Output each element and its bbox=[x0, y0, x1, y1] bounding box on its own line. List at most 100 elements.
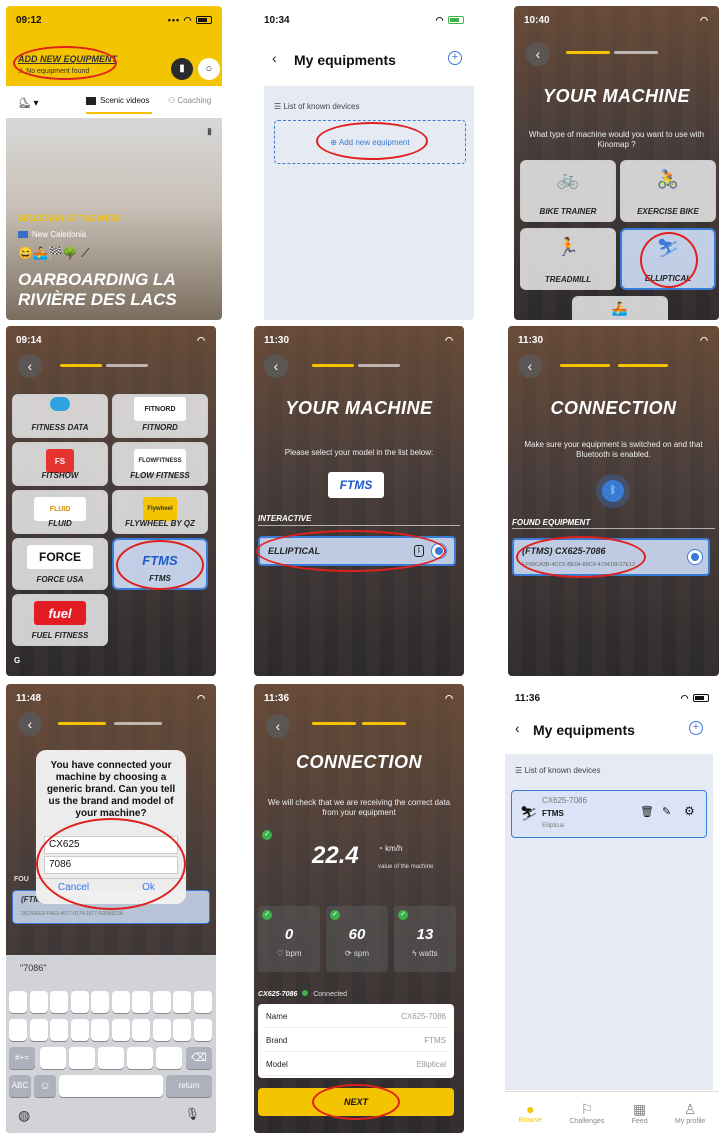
tile-exercise-bike[interactable]: 🚴 EXERCISE BIKE bbox=[620, 160, 716, 222]
brand-flywheel[interactable]: Flywheel FLYWHEEL BY QZ bbox=[112, 490, 208, 534]
keyboard-key[interactable]: 7 bbox=[132, 991, 150, 1013]
edit-icon[interactable]: ✎ bbox=[662, 805, 671, 818]
search-icon[interactable]: ○ bbox=[198, 58, 220, 80]
globe-icon[interactable]: ◍ bbox=[18, 1107, 30, 1124]
keyboard-key[interactable]: $ bbox=[132, 1019, 150, 1041]
bluetooth-icon: ᛒ bbox=[414, 545, 424, 557]
nav-label: Challenges bbox=[569, 1117, 605, 1125]
keyboard-key[interactable]: 3 bbox=[50, 991, 68, 1013]
add-icon[interactable]: + bbox=[689, 721, 703, 735]
bookmark-icon[interactable]: ▮ bbox=[207, 126, 212, 137]
tile-rower[interactable]: 🚣 bbox=[572, 296, 668, 320]
keyboard-key[interactable]: 2 bbox=[29, 991, 48, 1013]
tile-treadmill[interactable]: 🏃 TREADMILL bbox=[520, 228, 616, 290]
status-time: 11:30 bbox=[264, 334, 290, 346]
no-equipment-text: ⚠ No equipment found bbox=[18, 68, 90, 75]
brand-force-usa[interactable]: FORCE FORCE USA bbox=[12, 538, 108, 590]
connected-dot bbox=[302, 990, 309, 996]
back-button[interactable]: ‹ bbox=[18, 354, 42, 378]
keyboard-key[interactable]: / bbox=[29, 1019, 48, 1041]
return-key[interactable]: return bbox=[166, 1075, 212, 1097]
next-button[interactable]: NEXT bbox=[258, 1088, 454, 1116]
cancel-button[interactable]: Cancel bbox=[36, 882, 111, 893]
back-button[interactable]: ‹ bbox=[264, 354, 288, 378]
model-row-elliptical[interactable]: ELLIPTICAL ᛒ bbox=[258, 536, 456, 566]
add-new-equipment-button[interactable]: ⊕ Add new equipment bbox=[274, 120, 466, 164]
suggestion-bar[interactable]: "7086" bbox=[20, 963, 46, 973]
keyboard-key[interactable]: 0 bbox=[193, 991, 212, 1013]
sport-selector[interactable]: ⛸ ▾ bbox=[18, 98, 39, 109]
back-button[interactable]: ‹ bbox=[266, 714, 290, 738]
back-button[interactable]: ‹ bbox=[18, 712, 42, 736]
tab-scenic-videos[interactable]: Scenic videos bbox=[86, 96, 149, 105]
brand-flow-fitness[interactable]: FLOWFITNESS FLOW FITNESS bbox=[112, 442, 208, 486]
bg-found-prefix: FOU bbox=[14, 876, 29, 883]
brand-fitshow[interactable]: FS FITSHOW bbox=[12, 442, 108, 486]
keyboard-key[interactable]: . bbox=[40, 1047, 66, 1069]
device-row[interactable]: (FTMS) CX625-7086 EF68CA3B-4CC5-BE04-89C… bbox=[512, 538, 710, 576]
back-icon[interactable]: ‹ bbox=[515, 720, 520, 736]
keyboard-key[interactable]: & bbox=[152, 1019, 171, 1041]
keyboard-key[interactable]: ( bbox=[91, 1019, 109, 1041]
brand-fluid[interactable]: FLUID FLUID bbox=[12, 490, 108, 534]
keyboard-key[interactable]: ! bbox=[127, 1047, 153, 1069]
keyboard-key[interactable]: - bbox=[9, 1019, 27, 1041]
nav-challenges[interactable]: ⚐ Challenges bbox=[569, 1101, 604, 1125]
nav-profile[interactable]: ♙ My profile bbox=[675, 1101, 705, 1125]
keyboard-key[interactable]: 6 bbox=[111, 991, 130, 1013]
info-row: Brand FTMS bbox=[266, 1030, 446, 1052]
brand-ftms[interactable]: FTMS FTMS bbox=[112, 538, 208, 590]
keyboard-key[interactable]: 8 bbox=[152, 991, 171, 1013]
list-label-text: List of known devices bbox=[524, 766, 601, 775]
status-time: 09:14 bbox=[16, 334, 42, 346]
keyboard-key[interactable]: ' bbox=[156, 1047, 182, 1069]
nav-feed[interactable]: ▦ Feed bbox=[632, 1101, 648, 1125]
tile-elliptical[interactable]: ⛷ ELLIPTICAL bbox=[620, 228, 716, 290]
no-equipment-label: No equipment found bbox=[26, 68, 90, 75]
keyboard-key[interactable]: @ bbox=[173, 1019, 191, 1041]
backspace-key[interactable]: ⌫ bbox=[186, 1047, 212, 1069]
tile-bike-trainer[interactable]: 🚲 BIKE TRAINER bbox=[520, 160, 616, 222]
trash-icon[interactable]: 🗑 bbox=[640, 805, 654, 818]
tab-coaching[interactable]: ⚇ Coaching bbox=[168, 96, 211, 105]
keyboard-key[interactable]: 9 bbox=[173, 991, 191, 1013]
equipment-card[interactable]: ⛷ CX625-7086 FTMS Elliptical 🗑 ✎ ⚙ bbox=[511, 790, 707, 838]
brand-fitness-data[interactable]: FITNESS DATA bbox=[12, 394, 108, 438]
selection-label: SELECTION OF THE WEEK bbox=[18, 214, 122, 223]
space-key[interactable]: space bbox=[59, 1075, 163, 1097]
keyboard-key[interactable]: ? bbox=[98, 1047, 124, 1069]
mic-icon[interactable]: 🎙 bbox=[185, 1107, 200, 1121]
back-button[interactable]: ‹ bbox=[526, 42, 550, 66]
brand-fuel-fitness[interactable]: fuel FUEL FITNESS bbox=[12, 594, 108, 646]
progress-step bbox=[60, 364, 102, 367]
gear-icon[interactable]: ⚙ bbox=[684, 804, 695, 818]
progress-step bbox=[560, 364, 610, 367]
video-card[interactable]: ▮ SELECTION OF THE WEEK New Caledonia 😄🚣… bbox=[6, 118, 222, 320]
keyboard-key[interactable]: ) bbox=[111, 1019, 130, 1041]
keyboard-key[interactable]: " bbox=[193, 1019, 212, 1041]
add-icon[interactable]: + bbox=[448, 51, 462, 65]
back-button[interactable]: ‹ bbox=[518, 354, 542, 378]
nav-browse[interactable]: ● Browse bbox=[519, 1101, 542, 1124]
abc-key[interactable]: ABC bbox=[9, 1075, 31, 1097]
keyboard-key[interactable]: 4 bbox=[70, 991, 89, 1013]
brand-field[interactable]: CX625 bbox=[44, 836, 178, 854]
keyboard-key[interactable]: : bbox=[50, 1019, 68, 1041]
keyboard-key[interactable]: , bbox=[69, 1047, 95, 1069]
bookmark-button[interactable]: ▮ bbox=[171, 58, 193, 80]
tile-label: BIKE TRAINER bbox=[539, 207, 597, 216]
model-field[interactable]: 7086 bbox=[44, 856, 178, 874]
keyboard-key[interactable]: 1 bbox=[9, 991, 27, 1013]
keyboard-key[interactable]: 5 bbox=[91, 991, 109, 1013]
ok-button[interactable]: Ok bbox=[111, 882, 186, 893]
list-label: ☰ List of known devices bbox=[515, 766, 601, 775]
shift-symbols-key[interactable]: #+= bbox=[9, 1047, 35, 1069]
status-icons: ◠ bbox=[445, 334, 454, 345]
add-new-equipment-link[interactable]: ADD NEW EQUIPMENT bbox=[18, 54, 117, 64]
brand-fitnord[interactable]: FITNORD FITNORD bbox=[112, 394, 208, 438]
progress-step-2 bbox=[618, 364, 668, 367]
screen-connection-found: 11:30 ◠ ‹ CONNECTION Make sure your equip… bbox=[508, 326, 719, 676]
keyboard-key[interactable]: ; bbox=[70, 1019, 89, 1041]
back-icon[interactable]: ‹ bbox=[272, 50, 277, 66]
emoji-key[interactable]: ☺ bbox=[34, 1075, 56, 1097]
